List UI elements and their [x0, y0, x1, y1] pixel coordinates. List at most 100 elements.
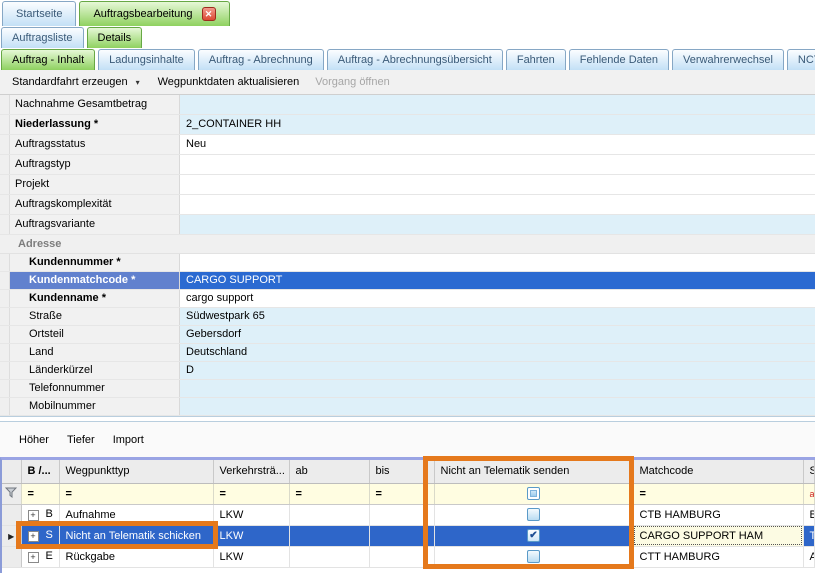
tab-auftragsliste[interactable]: Auftragsliste [1, 27, 84, 48]
expand-plus-icon[interactable]: + [28, 510, 39, 521]
cell-matchcode[interactable]: CTT HAMBURG [633, 546, 803, 567]
cell-code[interactable]: +E [21, 546, 59, 567]
filter-cell-ab[interactable]: = [289, 483, 369, 504]
tab-verwahrerwechsel[interactable]: Verwahrerwechsel [672, 49, 784, 70]
tab-auftragsbearbeitung-label: Auftragsbearbeitung [93, 8, 192, 20]
filter-cell-matchcode[interactable]: = [633, 483, 803, 504]
row-gutter [0, 398, 10, 415]
filter-cell-wegpunkttyp[interactable]: = [59, 483, 213, 504]
cell-telematik[interactable] [434, 546, 633, 567]
filter-cell-code[interactable]: = [21, 483, 59, 504]
field-value-strasse[interactable]: Südwestpark 65 [180, 308, 815, 325]
filter-cell-bis[interactable]: = [369, 483, 434, 504]
checkbox-checked-icon[interactable]: ✔ [527, 529, 540, 542]
cell-matchcode-focused[interactable]: CARGO SUPPORT HAM [633, 525, 803, 546]
field-label-land: Land [10, 344, 180, 361]
field-value-auftragsstatus[interactable]: Neu [180, 135, 815, 154]
field-label-kundenmatchcode: Kundenmatchcode * [10, 272, 180, 289]
cell-bis[interactable] [369, 525, 434, 546]
cell-telematik[interactable] [434, 504, 633, 525]
cell-verkehrstraeger[interactable]: LKW [213, 546, 289, 567]
wegpunktdaten-aktualisieren-button[interactable]: Wegpunktdaten aktualisieren [150, 76, 308, 88]
field-value-ortsteil[interactable]: Gebersdorf [180, 326, 815, 343]
tab-auftrag-abrechnungsuebersicht[interactable]: Auftrag - Abrechnungsübersicht [327, 49, 503, 70]
tab-auftragsbearbeitung[interactable]: Auftragsbearbeitung ✕ [79, 1, 229, 26]
expand-plus-icon[interactable]: + [28, 531, 39, 542]
cell-bis[interactable] [369, 546, 434, 567]
tiefer-button[interactable]: Tiefer [58, 434, 104, 446]
field-value-auftragskomplexitaet[interactable] [180, 195, 815, 214]
field-value-kundennummer[interactable] [180, 254, 815, 271]
cell-verkehrstraeger[interactable]: LKW [213, 504, 289, 525]
field-value-kundenname[interactable]: cargo support [180, 290, 815, 307]
field-value-nachnahme[interactable] [180, 95, 815, 114]
filter-funnel-cell[interactable] [2, 483, 21, 504]
waypoint-toolbar: Höher Tiefer Import [0, 422, 815, 457]
tab-details[interactable]: Details [87, 27, 143, 48]
column-header-nicht-an-telematik[interactable]: Nicht an Telematik senden [434, 460, 633, 483]
tab-ladungsinhalte[interactable]: Ladungsinhalte [98, 49, 195, 70]
cell-bis[interactable] [369, 504, 434, 525]
waypoint-row-aufnahme[interactable]: +B Aufnahme LKW CTB HAMBURG Bu [2, 504, 815, 525]
chevron-down-icon[interactable]: ▾ [136, 78, 150, 87]
equals-operator-icon: = [640, 488, 646, 500]
vorgang-oeffnen-button: Vorgang öffnen [307, 76, 397, 88]
hoeher-button[interactable]: Höher [10, 434, 58, 446]
field-value-kundenmatchcode[interactable]: CARGO SUPPORT [180, 272, 815, 289]
code-value: E [46, 550, 53, 562]
filter-cell-strasse[interactable]: aB [803, 483, 815, 504]
expand-plus-icon[interactable]: + [28, 552, 39, 563]
cell-wegpunkttyp[interactable]: Nicht an Telematik schicken [59, 525, 213, 546]
tab-ncts[interactable]: NCTS [787, 49, 815, 70]
cell-wegpunkttyp[interactable]: Rückgabe [59, 546, 213, 567]
field-value-niederlassung[interactable]: 2_CONTAINER HH [180, 115, 815, 134]
field-value-mobilnummer[interactable] [180, 398, 815, 415]
waypoint-row-telematik-selected[interactable]: ▶ +S Nicht an Telematik schicken LKW ✔ C… [2, 525, 815, 546]
cell-matchcode[interactable]: CTB HAMBURG [633, 504, 803, 525]
column-header-bis[interactable]: bis [369, 460, 434, 483]
checkbox-unchecked-icon[interactable] [527, 508, 540, 521]
cell-code[interactable]: +B [21, 504, 59, 525]
column-header-matchcode[interactable]: Matchcode [633, 460, 803, 483]
tab-startseite[interactable]: Startseite [2, 1, 76, 26]
cell-wegpunkttyp[interactable]: Aufnahme [59, 504, 213, 525]
field-value-auftragsvariante[interactable] [180, 215, 815, 234]
column-header-wegpunkttyp[interactable]: Wegpunkttyp [59, 460, 213, 483]
tab-fahrten[interactable]: Fahrten [506, 49, 566, 70]
import-button[interactable]: Import [104, 434, 153, 446]
cell-strasse[interactable]: An [803, 546, 815, 567]
field-value-projekt[interactable] [180, 175, 815, 194]
field-label-auftragstyp: Auftragstyp [10, 155, 180, 174]
cell-code[interactable]: +S [21, 525, 59, 546]
column-header-verkehrstraeger[interactable]: Verkehrsträ... [213, 460, 289, 483]
tab-auftrag-abrechnung[interactable]: Auftrag - Abrechnung [198, 49, 324, 70]
column-header-ab[interactable]: ab [289, 460, 369, 483]
equals-operator-icon: = [376, 488, 382, 500]
form-row: Straße Südwestpark 65 [0, 308, 815, 326]
cell-ab[interactable] [289, 546, 369, 567]
section-header-adresse[interactable]: Adresse [0, 235, 815, 254]
close-icon[interactable]: ✕ [202, 7, 216, 21]
tab-fehlende-daten[interactable]: Fehlende Daten [569, 49, 669, 70]
checkbox-unchecked-icon[interactable] [527, 550, 540, 563]
cell-ab[interactable] [289, 525, 369, 546]
cell-strasse[interactable]: Tre [803, 525, 815, 546]
filter-cell-verkehrstraeger[interactable]: = [213, 483, 289, 504]
checkbox-indeterminate-icon[interactable] [527, 487, 540, 500]
standardfahrt-erzeugen-button[interactable]: Standardfahrt erzeugen [4, 76, 136, 88]
cell-verkehrstraeger[interactable]: LKW [213, 525, 289, 546]
field-value-land[interactable]: Deutschland [180, 344, 815, 361]
column-header-strasse[interactable]: Str [803, 460, 815, 483]
filter-cell-telematik[interactable] [434, 483, 633, 504]
field-label-telefonnummer: Telefonnummer [10, 380, 180, 397]
waypoint-row-rueckgabe[interactable]: +E Rückgabe LKW CTT HAMBURG An [2, 546, 815, 567]
cell-ab[interactable] [289, 504, 369, 525]
field-value-telefonnummer[interactable] [180, 380, 815, 397]
tab-auftrag-inhalt[interactable]: Auftrag - Inhalt [1, 49, 95, 70]
equals-operator-icon: = [66, 488, 72, 500]
cell-telematik[interactable]: ✔ [434, 525, 633, 546]
field-value-auftragstyp[interactable] [180, 155, 815, 174]
column-header-code[interactable]: B /... [21, 460, 59, 483]
cell-strasse[interactable]: Bu [803, 504, 815, 525]
field-value-laenderkuerzel[interactable]: D [180, 362, 815, 379]
